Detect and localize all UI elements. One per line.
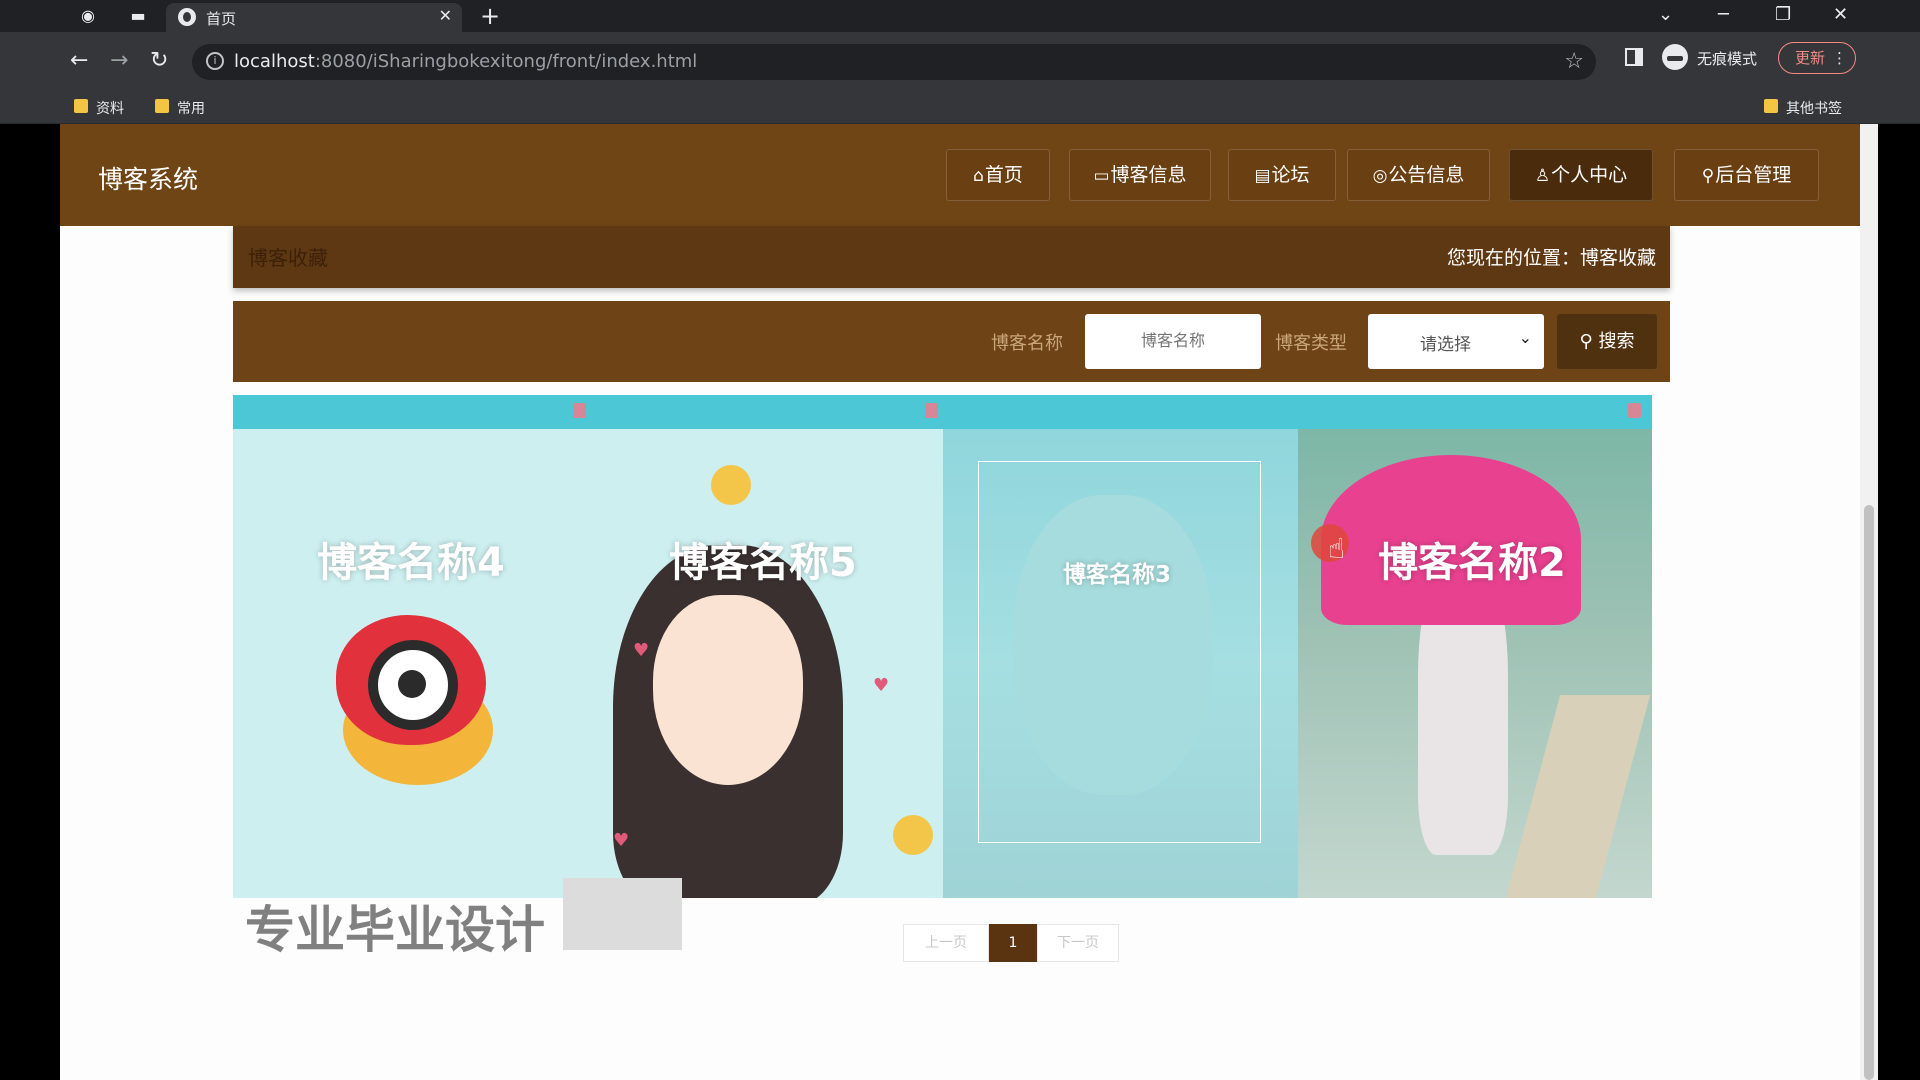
search-icon: ⚲ [1579, 331, 1593, 352]
forward-icon[interactable]: → [110, 46, 128, 76]
weibo-logo-pupil [398, 670, 426, 698]
side-panel-icon[interactable] [1625, 48, 1643, 66]
globe-icon [178, 8, 196, 26]
nav-personal-center[interactable]: ♙个人中心 [1509, 149, 1653, 201]
bookmarks-bar: 资料 常用 其他书签 [0, 90, 1920, 124]
bookmark-star-icon[interactable]: ☆ [1564, 49, 1584, 74]
favorites-grid: 博客名称4 ♥ ♥ ♥ 博客名称5 博客名称3 博客名称2 [233, 395, 1652, 898]
restore-icon[interactable]: ❐ [1775, 4, 1791, 25]
search-button-label: 搜索 [1598, 331, 1635, 352]
screen-edge [1878, 124, 1920, 1080]
heart-icon: ♥ [873, 675, 890, 696]
incognito-label: 无痕模式 [1697, 50, 1758, 68]
breadcrumb: 博客收藏 您现在的位置：博客收藏 [233, 226, 1670, 288]
page-1-button[interactable]: 1 [989, 924, 1037, 962]
card-title[interactable]: 博客名称2 [1378, 530, 1566, 588]
hand-cursor-icon: ☝ [1328, 532, 1346, 565]
nav-notice-label: 公告信息 [1388, 164, 1465, 186]
update-label: 更新 [1795, 49, 1826, 67]
delete-icon[interactable] [1628, 403, 1641, 418]
scrollbar-thumb[interactable] [1864, 505, 1874, 1080]
card-title[interactable]: 博客名称5 [669, 530, 857, 588]
address-bar[interactable]: i localhost:8080/iSharingbokexitong/fron… [192, 44, 1596, 80]
watermark-text: 专业毕业设计 [245, 901, 545, 959]
bookmark-folder-ziliao[interactable]: 资料 [72, 98, 124, 118]
minimize-icon[interactable]: ─ [1718, 4, 1729, 25]
section-title: 博客收藏 [248, 246, 328, 270]
nav-blog-info[interactable]: ▭博客信息 [1069, 149, 1211, 201]
search-button[interactable]: ⚲ 搜索 [1557, 314, 1657, 369]
card-title[interactable]: 博客名称3 [1063, 555, 1171, 589]
blog-name-label: 博客名称 [991, 333, 1063, 354]
nav-home-label: 首页 [984, 164, 1023, 186]
other-bookmarks-folder[interactable]: 其他书签 [1762, 98, 1842, 118]
url-path: :8080/iSharingbokexitong/front/index.htm… [314, 51, 698, 72]
bird-art [711, 465, 751, 505]
girl-face-art [653, 595, 803, 785]
link-icon: ⚲ [1701, 166, 1715, 186]
site-title: 博客系统 [98, 165, 199, 194]
nav-admin[interactable]: ⚲后台管理 [1674, 149, 1819, 201]
book-icon: ▭ [1093, 166, 1110, 186]
delete-icon[interactable] [573, 403, 586, 418]
home-icon: ⌂ [973, 166, 984, 186]
url-host: localhost [234, 51, 315, 72]
location-prefix: 您现在的位置： [1446, 247, 1580, 269]
browser-toolbar: ← → ↻ i localhost:8080/iSharingbokexiton… [0, 32, 1920, 90]
browser-tab-bar: ◉ ▬ 首页 ✕ + ⌄ ─ ❐ ✕ [0, 0, 1920, 32]
nav-home[interactable]: ⌂首页 [946, 149, 1050, 201]
blog-name-input[interactable] [1085, 314, 1261, 369]
chevron-down-icon: ⌄ [1518, 328, 1532, 347]
browser-tab[interactable]: 首页 ✕ [166, 3, 462, 32]
nav-notice[interactable]: ◎公告信息 [1347, 149, 1490, 201]
hover-frame [978, 461, 1261, 843]
page-viewport: 博客系统 ⌂首页 ▭博客信息 ▤论坛 ◎公告信息 ♙个人中心 ⚲后台管理 博客收… [60, 124, 1860, 1080]
nav-personal-center-label: 个人中心 [1551, 164, 1628, 186]
delete-icon[interactable] [925, 403, 938, 418]
url-text: localhost:8080/iSharingbokexitong/front/… [234, 51, 697, 72]
menu-dots-icon[interactable]: ⋮ [1832, 43, 1847, 73]
browser-profile-icon[interactable]: ◉ [78, 6, 98, 26]
info-icon[interactable]: i [206, 52, 224, 70]
back-icon[interactable]: ← [70, 46, 88, 76]
prev-page-button[interactable]: 上一页 [903, 924, 989, 962]
blog-type-selected: 请选择 [1420, 335, 1471, 355]
blog-type-label: 博客类型 [1275, 333, 1347, 354]
notice-icon: ◎ [1372, 166, 1388, 186]
reload-icon[interactable]: ↻ [150, 46, 168, 76]
nav-blog-info-label: 博客信息 [1110, 164, 1187, 186]
forum-icon: ▤ [1254, 166, 1271, 186]
nav-admin-label: 后台管理 [1715, 164, 1792, 186]
incognito-icon [1662, 44, 1688, 70]
next-page-button[interactable]: 下一页 [1037, 924, 1119, 962]
tab-title: 首页 [206, 10, 237, 28]
heart-icon: ♥ [613, 830, 630, 851]
nav-forum[interactable]: ▤论坛 [1228, 149, 1336, 201]
heart-icon: ♥ [633, 640, 650, 661]
blurred-region [563, 878, 682, 950]
close-window-icon[interactable]: ✕ [1833, 4, 1848, 25]
bird-art [893, 815, 933, 855]
chevron-down-icon[interactable]: ⌄ [1658, 4, 1673, 25]
new-tab-icon[interactable]: + [480, 2, 500, 30]
nav-forum-label: 论坛 [1271, 164, 1310, 186]
location-current: 博客收藏 [1579, 247, 1656, 269]
location-text: 您现在的位置：博客收藏 [1447, 243, 1656, 270]
close-tab-icon[interactable]: ✕ [439, 6, 452, 25]
site-header: 博客系统 ⌂首页 ▭博客信息 ▤论坛 ◎公告信息 ♙个人中心 ⚲后台管理 [60, 124, 1860, 226]
card-toolbar-strip [233, 395, 1652, 429]
search-bar: 博客名称 博客类型 请选择 ⌄ ⚲ 搜索 [233, 301, 1670, 382]
update-button[interactable]: 更新 ⋮ [1778, 42, 1856, 74]
card-title[interactable]: 博客名称4 [317, 530, 505, 588]
bookmark-folder-changyong[interactable]: 常用 [153, 98, 205, 118]
tab-search-icon[interactable]: ▬ [128, 6, 148, 26]
blog-type-select[interactable]: 请选择 ⌄ [1368, 314, 1544, 369]
user-icon: ♙ [1534, 166, 1551, 186]
